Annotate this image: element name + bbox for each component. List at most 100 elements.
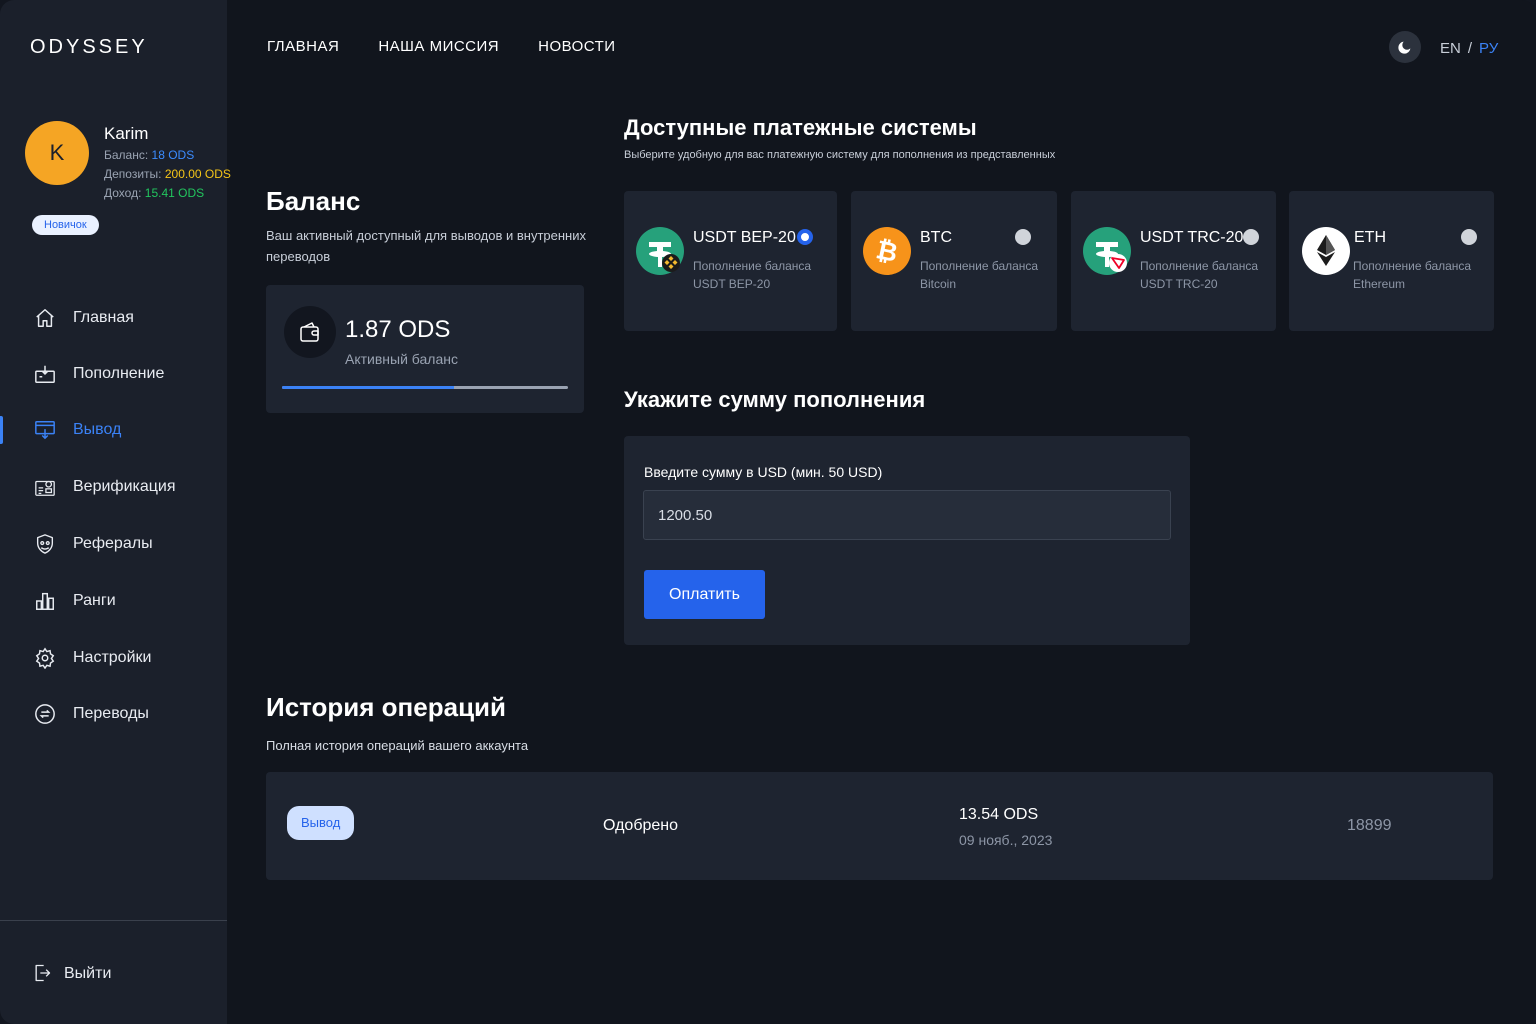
- transfer-icon: [33, 702, 57, 726]
- usdt-trc20-icon: [1083, 227, 1131, 275]
- theme-toggle-button[interactable]: [1389, 31, 1421, 63]
- user-income: Доход: 15.41 ODS: [104, 186, 204, 200]
- payment-option-radio[interactable]: [1015, 229, 1031, 245]
- rank-badge: Новичок: [32, 215, 99, 235]
- sidebar: ODYSSEY K Karim Баланс: 18 ODS Депозиты:…: [0, 0, 231, 1024]
- user-deposits-value: 200.00 ODS: [164, 167, 231, 181]
- topnav-home[interactable]: ГЛАВНАЯ: [267, 38, 339, 55]
- topnav-mission[interactable]: НАША МИССИЯ: [378, 38, 499, 55]
- payment-option-eth[interactable]: ETH Пополнение баланса Ethereum: [1289, 191, 1494, 331]
- sidebar-divider: [0, 920, 227, 921]
- payment-option-radio[interactable]: [1243, 229, 1259, 245]
- amount-form-card: Введите сумму в USD (мин. 50 USD) Оплати…: [624, 436, 1190, 645]
- pay-button[interactable]: Оплатить: [644, 570, 765, 619]
- top-nav: ГЛАВНАЯ НАША МИССИЯ НОВОСТИ: [267, 38, 616, 55]
- balance-subtitle: Ваш активный доступный для выводов и вну…: [266, 228, 586, 264]
- logout-icon: [32, 963, 54, 985]
- operation-date: 09 нояб., 2023: [959, 832, 1053, 848]
- sidebar-item-ranks[interactable]: Ранги: [0, 581, 227, 621]
- operation-amount: 13.54 ODS: [959, 806, 1039, 823]
- payment-option-usdt-trc20[interactable]: USDT TRC-20 Пополнение баланса USDT TRC-…: [1071, 191, 1276, 331]
- sidebar-item-label: Главная: [73, 309, 134, 326]
- referral-icon: [33, 532, 57, 556]
- payment-option-desc-line: Bitcoin: [920, 277, 957, 291]
- sidebar-item-referrals[interactable]: Рефералы: [0, 524, 227, 564]
- operation-id: 18899: [1347, 817, 1392, 834]
- payment-option-desc: Пополнение баланса USDT TRC-20: [1140, 257, 1258, 293]
- sidebar-item-label: Настройки: [73, 649, 152, 666]
- ethereum-icon: [1302, 227, 1350, 275]
- balance-card: 1.87 ODS Активный баланс: [266, 285, 584, 413]
- payment-systems-subtitle: Выберите удобную для вас платежную систе…: [624, 149, 1056, 161]
- user-balance: Баланс: 18 ODS: [104, 148, 194, 162]
- amount-input-label: Введите сумму в USD (мин. 50 USD): [644, 464, 883, 480]
- payment-option-desc-line: Пополнение баланса: [920, 259, 1039, 273]
- user-balance-label: Баланс:: [104, 148, 149, 162]
- sidebar-item-home[interactable]: Главная: [0, 298, 227, 338]
- payment-option-desc-line: Пополнение баланса: [1353, 259, 1472, 273]
- balance-progress-fill: [282, 386, 454, 389]
- amount-form-title: Укажите сумму пополнения: [624, 387, 926, 412]
- operation-status: Одобрено: [603, 817, 679, 834]
- deposit-icon: [33, 362, 57, 386]
- history-subtitle: Полная история операций вашего аккаунта: [266, 738, 529, 753]
- sidebar-item-label: Переводы: [73, 705, 149, 722]
- balance-amount: 1.87 ODS: [345, 316, 451, 343]
- balance-caption: Активный баланс: [345, 351, 458, 367]
- payment-option-radio[interactable]: [1461, 229, 1477, 245]
- logout-button[interactable]: Выйти: [0, 954, 227, 994]
- table-row[interactable]: Вывод Одобрено 13.54 ODS 09 нояб., 2023 …: [266, 772, 1493, 880]
- sidebar-item-deposit[interactable]: Пополнение: [0, 354, 227, 394]
- user-balance-value: 18 ODS: [151, 148, 195, 162]
- language-switcher: EN / РУ: [1440, 40, 1498, 57]
- home-icon: [33, 306, 57, 330]
- payment-option-desc-line: Ethereum: [1353, 277, 1406, 291]
- topnav-news[interactable]: НОВОСТИ: [538, 38, 615, 55]
- ranks-icon: [33, 589, 57, 613]
- lang-en[interactable]: EN: [1440, 40, 1461, 57]
- payment-option-name: ETH: [1354, 229, 1386, 246]
- sidebar-item-verification[interactable]: Верификация: [0, 467, 227, 507]
- app-window: ODYSSEY K Karim Баланс: 18 ODS Депозиты:…: [0, 0, 1536, 1024]
- amount-input[interactable]: [643, 490, 1171, 540]
- payment-option-desc-line: Пополнение баланса: [1140, 259, 1259, 273]
- payment-systems-title: Доступные платежные системы: [624, 115, 977, 140]
- user-income-label: Доход:: [104, 186, 142, 200]
- payment-option-desc-line: USDT BEP-20: [693, 277, 771, 291]
- usdt-bep20-icon: [636, 227, 684, 275]
- sidebar-item-withdraw[interactable]: Вывод: [0, 410, 227, 450]
- payment-option-btc[interactable]: ₿ BTC Пополнение баланса Bitcoin: [851, 191, 1057, 331]
- sidebar-item-transfers[interactable]: Переводы: [0, 694, 227, 734]
- sidebar-item-label: Рефералы: [73, 535, 153, 552]
- user-income-value: 15.41 ODS: [144, 186, 205, 200]
- sidebar-item-label: Ранги: [73, 592, 116, 609]
- balance-title: Баланс: [266, 186, 361, 216]
- user-name: Karim: [104, 124, 149, 143]
- user-deposits: Депозиты: 200.00 ODS: [104, 167, 231, 181]
- logout-label: Выйти: [64, 965, 112, 982]
- id-card-icon: [33, 475, 57, 499]
- bitcoin-icon: ₿: [863, 227, 911, 275]
- payment-option-desc: Пополнение баланса USDT BEP-20: [693, 257, 811, 293]
- payment-option-desc: Пополнение баланса Ethereum: [1353, 257, 1471, 293]
- sidebar-item-settings[interactable]: Настройки: [0, 638, 227, 678]
- sidebar-item-label: Верификация: [73, 478, 176, 495]
- brand-logo[interactable]: ODYSSEY: [30, 36, 148, 59]
- wallet-icon: [284, 306, 336, 358]
- moon-icon: [1397, 39, 1413, 55]
- sidebar-item-label: Пополнение: [73, 365, 165, 382]
- payment-option-name: USDT TRC-20: [1140, 229, 1244, 246]
- payment-option-desc-line: USDT TRC-20: [1140, 277, 1218, 291]
- history-title: История операций: [266, 692, 507, 722]
- lang-ru[interactable]: РУ: [1479, 40, 1498, 57]
- payment-option-desc-line: Пополнение баланса: [693, 259, 812, 273]
- payment-option-name: BTC: [920, 229, 952, 246]
- operation-type-badge: Вывод: [287, 806, 355, 840]
- payment-option-usdt-bep20[interactable]: USDT BEP-20 Пополнение баланса USDT BEP-…: [624, 191, 837, 331]
- withdraw-icon: [33, 418, 57, 442]
- gear-icon: [33, 646, 57, 670]
- user-deposits-label: Депозиты:: [104, 167, 162, 181]
- payment-option-radio[interactable]: [797, 229, 813, 245]
- balance-progress: [282, 386, 568, 389]
- lang-separator: /: [1467, 40, 1473, 57]
